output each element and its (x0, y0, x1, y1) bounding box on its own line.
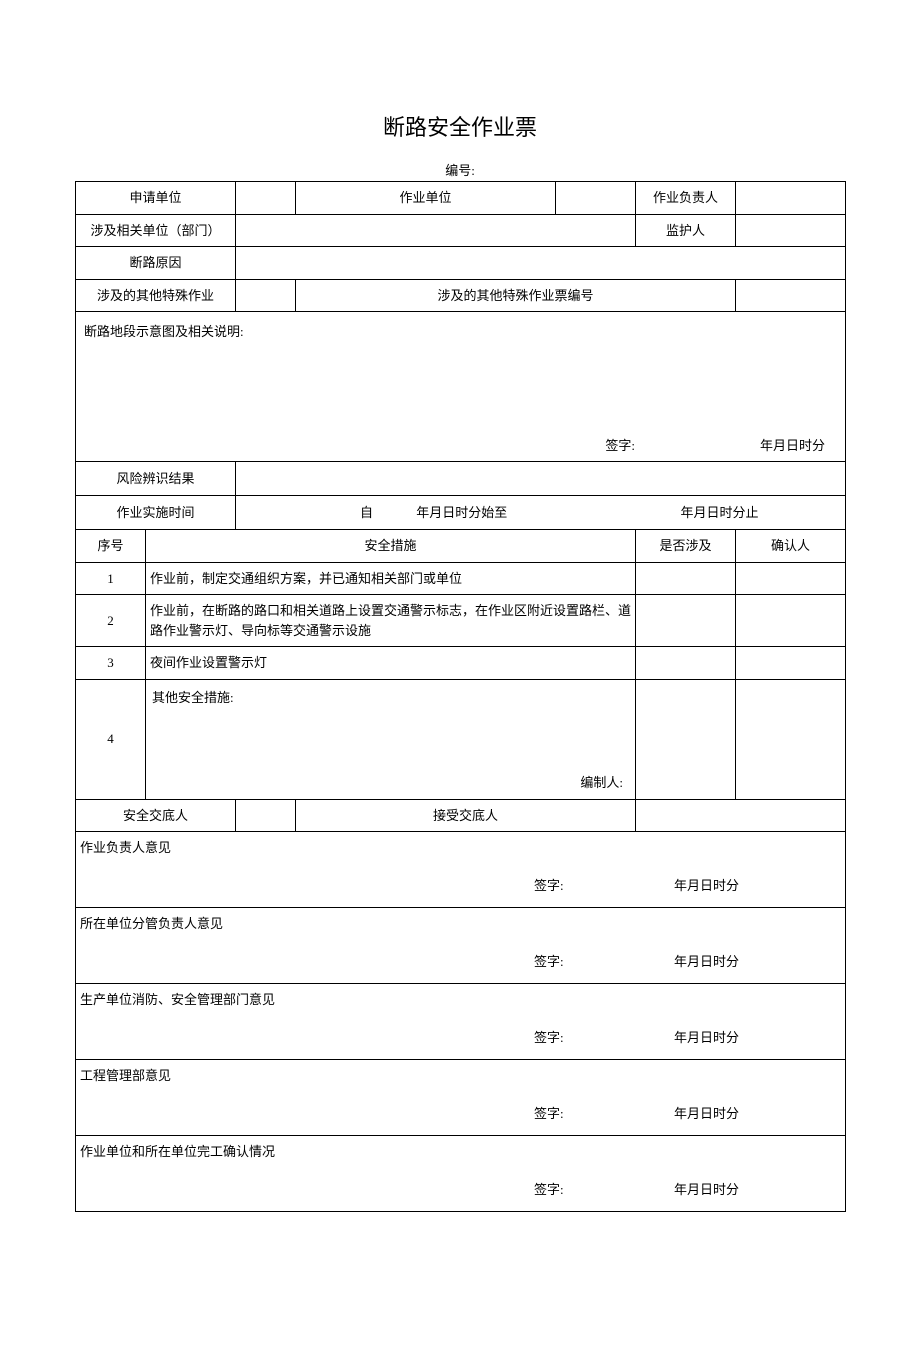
measure-text-2: 作业前，在断路的路口和相关道路上设置交通警示标志，在作业区附近设置路栏、道路作业… (146, 595, 636, 647)
work-unit-value (556, 182, 636, 215)
opinion-3-datetime: 年月日时分 (674, 1028, 739, 1048)
col-measure-header: 安全措施 (146, 530, 636, 563)
col-confirm-header: 确认人 (736, 530, 846, 563)
opinion-1-sign-label: 签字: (534, 876, 594, 896)
opinion-2-datetime: 年月日时分 (674, 952, 739, 972)
page-title: 断路安全作业票 (75, 110, 845, 142)
opinion-5-sign: 签字: 年月日时分 (76, 1168, 846, 1212)
work-leader-value (736, 182, 846, 215)
disclose-person-value (236, 799, 296, 832)
measure-no-4: 4 (76, 679, 146, 799)
permit-form-table: 申请单位 作业单位 作业负责人 涉及相关单位（部门） 监护人 断路原因 涉及的其… (75, 181, 846, 1212)
opinion-1-datetime: 年月日时分 (674, 876, 739, 896)
measure-text-3: 夜间作业设置警示灯 (146, 647, 636, 680)
applicant-unit-label: 申请单位 (76, 182, 236, 215)
measure-confirm-3 (736, 647, 846, 680)
other-measure-header: 其他安全措施: (150, 686, 631, 710)
col-no-header: 序号 (76, 530, 146, 563)
diagram-datetime: 年月日时分 (760, 436, 825, 456)
measure-confirm-2 (736, 595, 846, 647)
opinion-1-title: 作业负责人意见 (76, 832, 846, 864)
opinion-2-sign-label: 签字: (534, 952, 594, 972)
opinion-4-sign: 签字: 年月日时分 (76, 1092, 846, 1136)
reason-value (236, 247, 846, 280)
guardian-label: 监护人 (636, 214, 736, 247)
time-value: 自 年月日时分始至 年月日时分止 (236, 496, 846, 530)
opinion-5-title: 作业单位和所在单位完工确认情况 (76, 1136, 846, 1168)
opinion-3-sign: 签字: 年月日时分 (76, 1016, 846, 1060)
opinion-2-title: 所在单位分管负责人意见 (76, 908, 846, 940)
measure-involved-4 (636, 679, 736, 799)
compiler-label: 编制人: (580, 773, 623, 793)
measure-involved-2 (636, 595, 736, 647)
opinion-4-title: 工程管理部意见 (76, 1060, 846, 1092)
reason-label: 断路原因 (76, 247, 236, 280)
related-dept-label: 涉及相关单位（部门） (76, 214, 236, 247)
other-ops-value (236, 279, 296, 312)
measure-confirm-4 (736, 679, 846, 799)
applicant-unit-value (236, 182, 296, 215)
col-involved-header: 是否涉及 (636, 530, 736, 563)
disclose-person-label: 安全交底人 (76, 799, 236, 832)
opinion-2-sign: 签字: 年月日时分 (76, 940, 846, 984)
related-dept-value (236, 214, 636, 247)
time-mid: 年月日时分始至 (416, 505, 507, 520)
opinion-3-sign-label: 签字: (534, 1028, 594, 1048)
measure-no-1: 1 (76, 562, 146, 595)
opinion-4-sign-label: 签字: (534, 1104, 594, 1124)
diagram-area: 断路地段示意图及相关说明: 签字: 年月日时分 (76, 312, 846, 462)
diagram-sign-label: 签字: (605, 436, 635, 456)
measure-text-4: 其他安全措施: 编制人: (146, 679, 636, 799)
diagram-label: 断路地段示意图及相关说明: (80, 318, 841, 346)
other-ops-label: 涉及的其他特殊作业 (76, 279, 236, 312)
opinion-1-sign: 签字: 年月日时分 (76, 864, 846, 908)
accept-person-label: 接受交底人 (296, 799, 636, 832)
opinion-5-sign-label: 签字: (534, 1180, 594, 1200)
measure-involved-1 (636, 562, 736, 595)
opinion-3-title: 生产单位消防、安全管理部门意见 (76, 984, 846, 1016)
time-end: 年月日时分止 (681, 505, 759, 520)
serial-label: 编号: (75, 160, 845, 179)
guardian-value (736, 214, 846, 247)
accept-person-value (636, 799, 846, 832)
measure-no-2: 2 (76, 595, 146, 647)
time-label: 作业实施时间 (76, 496, 236, 530)
measure-no-3: 3 (76, 647, 146, 680)
risk-value (236, 462, 846, 496)
measure-confirm-1 (736, 562, 846, 595)
work-leader-label: 作业负责人 (636, 182, 736, 215)
measure-text-1: 作业前，制定交通组织方案，并已通知相关部门或单位 (146, 562, 636, 595)
work-unit-label: 作业单位 (296, 182, 556, 215)
opinion-4-datetime: 年月日时分 (674, 1104, 739, 1124)
risk-label: 风险辨识结果 (76, 462, 236, 496)
measure-involved-3 (636, 647, 736, 680)
opinion-5-datetime: 年月日时分 (674, 1180, 739, 1200)
other-ops-no-value (736, 279, 846, 312)
time-from: 自 (360, 505, 373, 520)
other-ops-no-label: 涉及的其他特殊作业票编号 (296, 279, 736, 312)
